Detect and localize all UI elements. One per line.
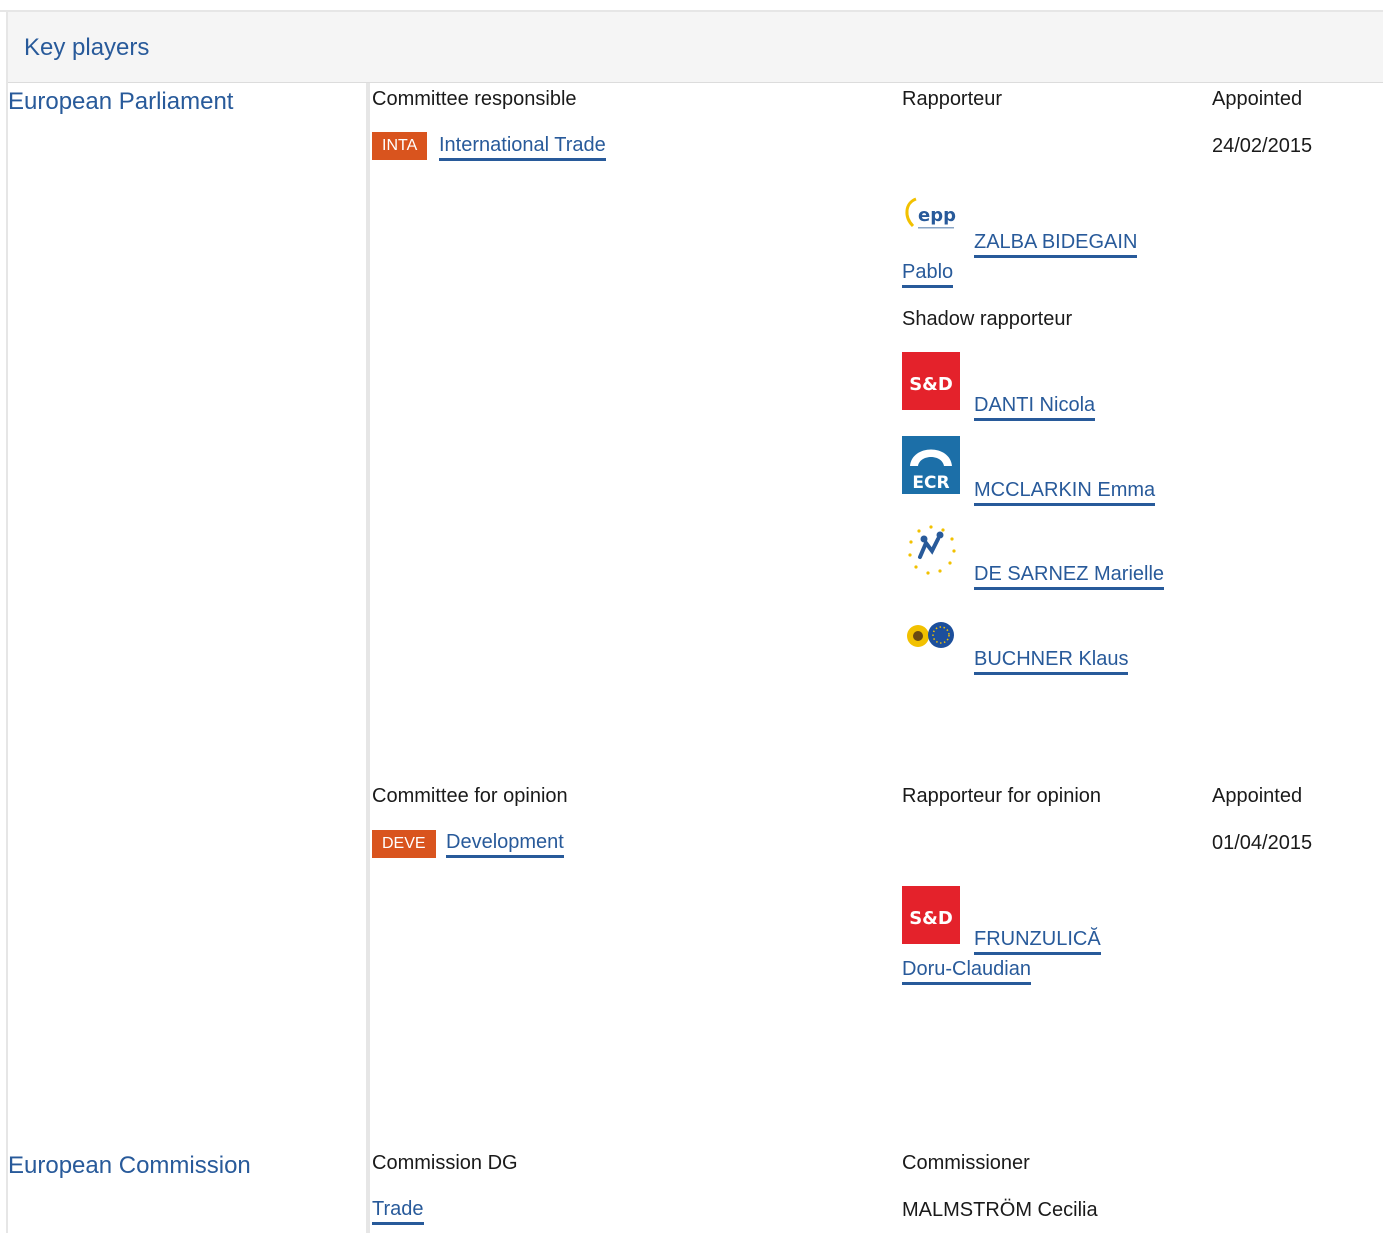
svg-text:ECR: ECR <box>912 473 949 493</box>
institution-european-commission: European Commission <box>8 1152 251 1179</box>
opinion-appointed-heading: Appointed <box>1212 785 1303 807</box>
committee-for-opinion-heading: Committee for opinion <box>372 785 568 807</box>
svg-text:epp: epp <box>918 205 956 226</box>
key-players-header: Key players <box>8 12 1383 83</box>
opinion-rapporteur-link-frunzulica[interactable]: FRUNZULICĂ <box>974 928 1101 955</box>
commission-dg-heading: Commission DG <box>372 1152 518 1174</box>
column-divider <box>366 83 370 1233</box>
section-title: Key players <box>24 34 150 61</box>
appointed-heading: Appointed <box>1212 88 1303 110</box>
svg-text:S&D: S&D <box>909 374 953 395</box>
greens-efa-logo <box>902 606 960 664</box>
institution-european-parliament: European Parliament <box>8 88 234 115</box>
ecr-logo: ECR <box>902 436 960 494</box>
committee-code-badge: INTA <box>372 132 428 160</box>
shadow-rapporteur-heading: Shadow rapporteur <box>902 308 1073 330</box>
commissioner-name: MALMSTRÖM Cecilia <box>902 1199 1098 1221</box>
epp-logo: epp <box>902 189 960 247</box>
committee-link-development[interactable]: Development <box>446 831 564 858</box>
rapporteur-link-zalba-bidegain[interactable]: ZALBA BIDEGAIN <box>974 231 1138 258</box>
commission-dg-link-trade[interactable]: Trade <box>372 1198 424 1225</box>
rapporteur-for-opinion-heading: Rapporteur for opinion <box>902 785 1102 807</box>
opinion-appointed-date: 01/04/2015 <box>1212 832 1313 854</box>
svg-text:S&D: S&D <box>909 908 953 929</box>
alde-logo <box>902 521 960 579</box>
sd-logo: S&D <box>902 352 960 410</box>
opinion-rapporteur-link-doru-claudian[interactable]: Doru-Claudian <box>902 958 1031 985</box>
shadow-rapporteur-link-danti-nicola[interactable]: DANTI Nicola <box>974 394 1096 421</box>
rapporteur-link-pablo[interactable]: Pablo <box>902 261 954 288</box>
rapporteur-heading: Rapporteur <box>902 88 1003 110</box>
sd-logo: S&D <box>902 886 960 944</box>
committee-code-badge: DEVE <box>372 830 436 858</box>
panel-left-border <box>6 12 8 1233</box>
committee-link-international-trade[interactable]: International Trade <box>439 134 606 161</box>
commissioner-heading: Commissioner <box>902 1152 1030 1174</box>
shadow-rapporteur-link-buchner-klaus[interactable]: BUCHNER Klaus <box>974 648 1129 675</box>
shadow-rapporteur-link-mcclarkin-emma[interactable]: MCCLARKIN Emma <box>974 479 1156 506</box>
committee-responsible-heading: Committee responsible <box>372 88 577 110</box>
appointed-date: 24/02/2015 <box>1212 135 1313 157</box>
shadow-rapporteur-link-de-sarnez-marielle[interactable]: DE SARNEZ Marielle <box>974 563 1165 590</box>
